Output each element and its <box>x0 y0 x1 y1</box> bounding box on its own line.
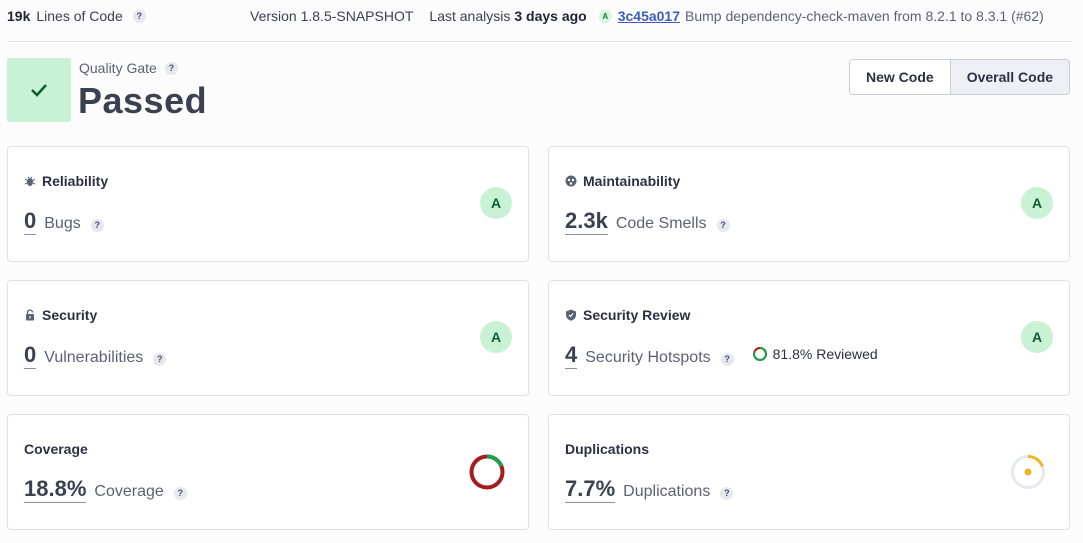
bug-icon <box>24 176 36 186</box>
coverage-title: Coverage <box>24 441 88 457</box>
loc-help-icon[interactable]: ? <box>132 9 146 23</box>
analysis-header: 19k Lines of Code ? Version 1.8.5-SNAPSH… <box>0 0 1073 36</box>
lines-of-code: 19k Lines of Code ? <box>7 8 146 24</box>
hotspots-label: Security Hotspots <box>585 349 711 366</box>
coverage-donut-icon[interactable] <box>468 453 506 491</box>
duplications-title-row: Duplications <box>565 441 649 457</box>
reliability-card: Reliability 0 Bugs ? A <box>7 146 529 262</box>
shield-icon <box>566 309 576 321</box>
bugs-help-icon[interactable]: ? <box>90 218 104 232</box>
loc-label: Lines of Code <box>36 8 123 24</box>
quality-gate-label: Quality Gate <box>79 60 157 76</box>
duplications-label: Duplications <box>623 483 711 500</box>
new-code-button[interactable]: New Code <box>850 60 950 94</box>
loc-value: 19k <box>7 8 31 24</box>
vulnerabilities-label: Vulnerabilities <box>44 349 144 366</box>
coverage-title-row: Coverage <box>24 441 88 457</box>
duplications-value-link[interactable]: 7.7% <box>565 477 616 503</box>
security-title-row: Security <box>24 307 97 323</box>
vulnerabilities-help-icon[interactable]: ? <box>153 352 167 366</box>
hotspots-help-icon[interactable]: ? <box>720 352 734 366</box>
lock-icon <box>26 309 34 321</box>
quality-gate-status: Passed <box>78 80 208 121</box>
security-review-rating-badge[interactable]: A <box>1021 321 1053 353</box>
maintainability-title: Maintainability <box>583 173 681 189</box>
reviewed-percentage: 81.8% Reviewed <box>772 346 878 362</box>
commit-quality-icon: A <box>598 9 612 23</box>
code-smells-help-icon[interactable]: ? <box>716 218 730 232</box>
duplications-card: Duplications 7.7% Duplications ? <box>548 414 1070 530</box>
maintainability-value-row: 2.3k Code Smells ? <box>565 209 730 235</box>
checkmark-icon <box>31 84 47 97</box>
coverage-value-link[interactable]: 18.8% <box>24 477 87 503</box>
security-review-card: Security Review 4 Security Hotspots ? 81… <box>548 280 1070 396</box>
duplications-value-row: 7.7% Duplications ? <box>565 477 734 503</box>
maintainability-card: Maintainability 2.3k Code Smells ? A <box>548 146 1070 262</box>
analysis-meta: Version 1.8.5-SNAPSHOT Last analysis 3 d… <box>250 8 1044 24</box>
hotspots-count-link[interactable]: 4 <box>565 343 578 369</box>
security-rating-badge[interactable]: A <box>480 321 512 353</box>
coverage-value-row: 18.8% Coverage ? <box>24 477 187 503</box>
commit-hash-link[interactable]: 3c45a017 <box>618 8 680 24</box>
maintainability-title-row: Maintainability <box>565 173 680 189</box>
maintainability-rating-badge[interactable]: A <box>1021 187 1053 219</box>
security-review-title: Security Review <box>583 307 691 323</box>
vulnerabilities-count-link[interactable]: 0 <box>24 343 37 369</box>
code-scope-toggle: New Code Overall Code <box>849 59 1071 95</box>
bugs-label: Bugs <box>44 215 81 232</box>
security-review-value-row: 4 Security Hotspots ? 81.8% Reviewed <box>565 343 878 369</box>
bugs-count-link[interactable]: 0 <box>24 209 37 235</box>
overall-code-button[interactable]: Overall Code <box>949 60 1070 94</box>
last-analysis-value: 3 days ago <box>514 8 587 24</box>
coverage-label: Coverage <box>94 483 164 500</box>
reviewed-progress-icon <box>752 347 767 361</box>
coverage-card: Coverage 18.8% Coverage ? <box>7 414 529 530</box>
version-text: Version 1.8.5-SNAPSHOT <box>250 8 414 24</box>
duplications-donut-icon[interactable] <box>1009 453 1047 491</box>
hotspots-reviewed: 81.8% Reviewed <box>752 346 878 362</box>
reliability-rating-badge[interactable]: A <box>480 187 512 219</box>
duplications-help-icon[interactable]: ? <box>720 486 734 500</box>
duplications-title: Duplications <box>565 441 650 457</box>
security-title: Security <box>42 307 98 323</box>
coverage-help-icon[interactable]: ? <box>173 486 187 500</box>
reliability-value-row: 0 Bugs ? <box>24 209 104 235</box>
smell-icon <box>565 175 577 187</box>
quality-gate-badge <box>7 58 71 122</box>
reliability-title: Reliability <box>42 173 109 189</box>
security-review-title-row: Security Review <box>565 307 690 323</box>
quality-gate-help-icon[interactable]: ? <box>164 61 178 75</box>
quality-gate-label-row: Quality Gate ? <box>79 60 178 76</box>
code-smells-count-link[interactable]: 2.3k <box>565 209 608 235</box>
commit-message: Bump dependency-check-maven from 8.2.1 t… <box>685 8 1044 24</box>
last-analysis-label: Last analysis <box>429 8 511 24</box>
security-value-row: 0 Vulnerabilities ? <box>24 343 167 369</box>
code-smells-label: Code Smells <box>615 215 707 232</box>
reliability-title-row: Reliability <box>24 173 108 189</box>
security-card: Security 0 Vulnerabilities ? A <box>7 280 529 396</box>
divider <box>7 41 1073 42</box>
